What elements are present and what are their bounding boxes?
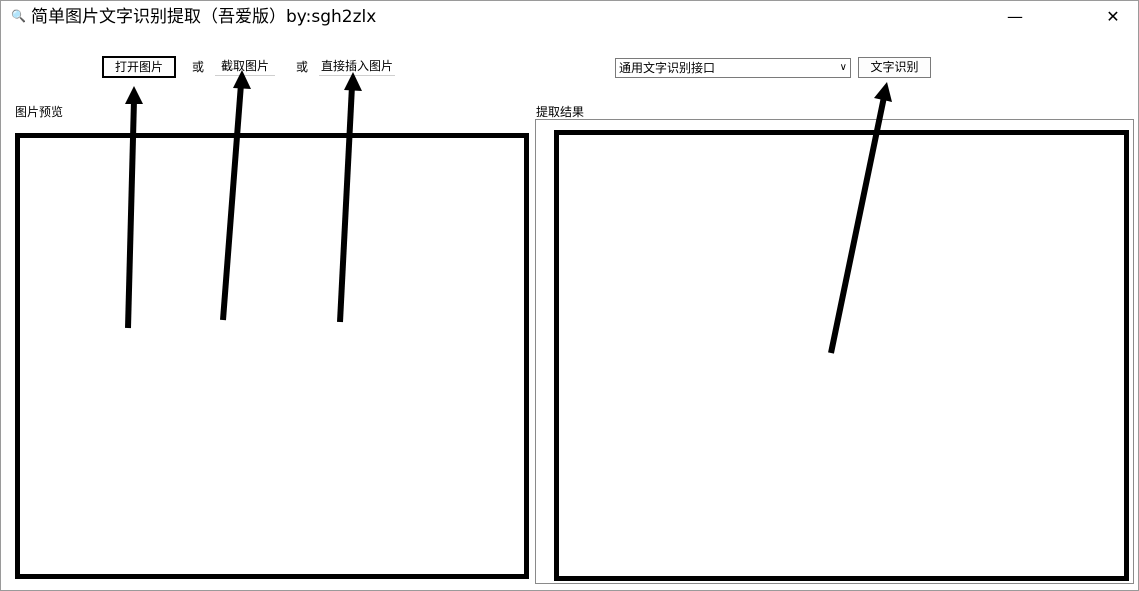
ocr-api-select-value: 通用文字识别接口 [619,61,716,75]
app-window: 🔍 简单图片文字识别提取（吾爱版）by:sgh2zlx — ✕ 打开图片 或 截… [0,0,1139,591]
or-text: 或 [296,60,309,74]
capture-image-button[interactable]: 截取图片 [215,58,275,76]
ocr-button[interactable]: 文字识别 [858,57,931,78]
close-button[interactable]: ✕ [1090,1,1136,33]
magnifier-icon: 🔍 [11,9,26,23]
paste-image-button[interactable]: 直接插入图片 [319,58,395,76]
or-text: 或 [192,60,205,74]
chevron-down-icon[interactable]: ∨ [840,59,847,77]
result-label: 提取结果 [536,105,585,119]
preview-label: 图片预览 [15,105,64,119]
ocr-api-select[interactable]: 通用文字识别接口 ∨ [615,58,851,78]
window-title: 简单图片文字识别提取（吾爱版）by:sgh2zlx [31,7,377,27]
minimize-button[interactable]: — [992,1,1038,33]
open-image-button[interactable]: 打开图片 [102,56,176,78]
title-bar[interactable]: 🔍 简单图片文字识别提取（吾爱版）by:sgh2zlx — ✕ [1,1,1138,33]
image-preview-area[interactable] [15,133,529,579]
result-textarea[interactable] [554,130,1129,581]
